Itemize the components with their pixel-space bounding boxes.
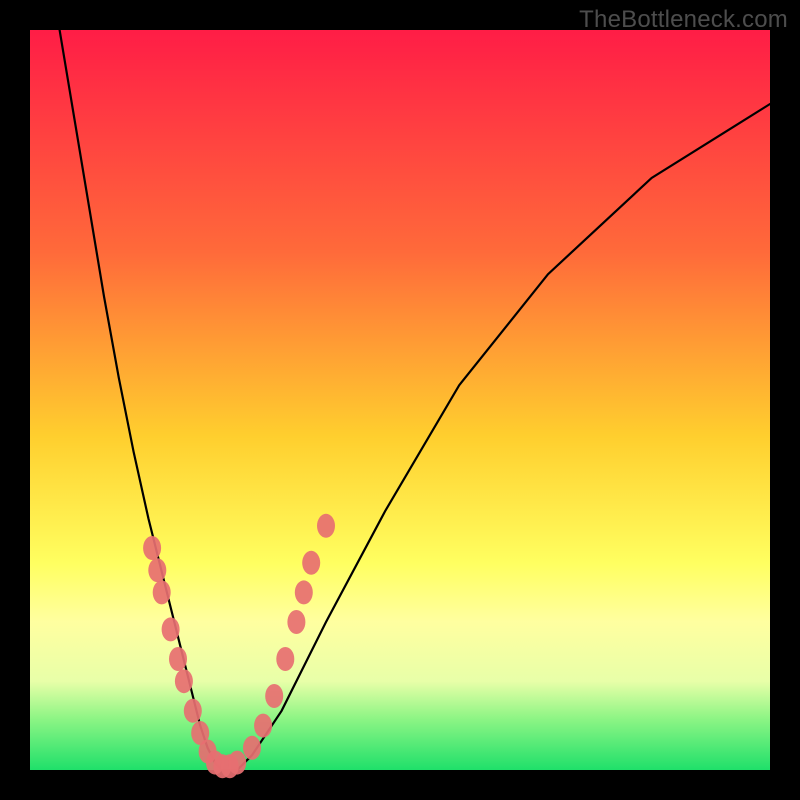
highlight-point [169, 647, 187, 671]
highlight-point [153, 580, 171, 604]
highlight-point [295, 580, 313, 604]
highlight-point [265, 684, 283, 708]
highlight-point [148, 558, 166, 582]
highlight-point [254, 714, 272, 738]
highlight-points-group [143, 514, 335, 779]
highlight-point [302, 551, 320, 575]
highlight-point [162, 617, 180, 641]
highlight-point [143, 536, 161, 560]
chart-frame: TheBottleneck.com [0, 0, 800, 800]
highlight-point [243, 736, 261, 760]
highlight-point [276, 647, 294, 671]
highlight-point [228, 751, 246, 775]
highlight-point [184, 699, 202, 723]
watermark-text: TheBottleneck.com [579, 6, 788, 34]
chart-svg [30, 30, 770, 770]
highlight-point [175, 669, 193, 693]
highlight-point [317, 514, 335, 538]
highlight-point [287, 610, 305, 634]
bottleneck-curve-path [60, 30, 770, 770]
plot-area [30, 30, 770, 770]
